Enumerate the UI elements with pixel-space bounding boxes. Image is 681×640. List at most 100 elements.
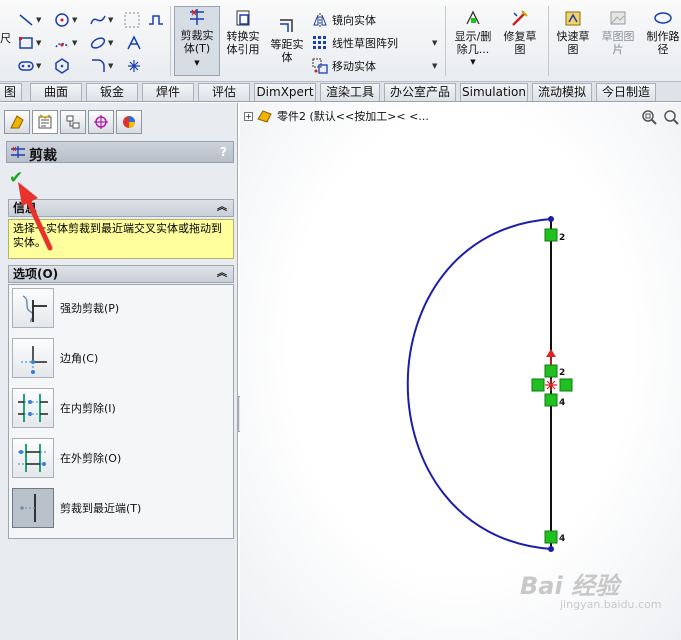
trim-entities-button[interactable]: 剪裁实 体(T) ▼ [174,6,220,76]
origin-relation-marker[interactable] [531,378,545,392]
feature-tree-icon [10,115,24,129]
corner-button[interactable] [12,338,54,378]
slot-dropdown-icon[interactable]: ▼ [36,62,41,70]
quick-snaps-button[interactable]: 快速草 图 [552,8,594,56]
slot-tool-icon[interactable] [18,58,34,74]
convert-entities-icon [236,10,250,26]
trim-inside-label: 在内剪除(I) [60,402,116,415]
tab-flow-simulation[interactable]: 流动模拟 [532,83,592,101]
collapse-caret-icon[interactable]: ︽ [217,200,227,216]
spline-dropdown-icon[interactable]: ▼ [108,16,113,24]
text-tool-icon[interactable] [126,35,142,51]
graphics-area[interactable]: + 零件2 (默认<<按加工>< <... 2 2 4 4 [240,103,681,640]
display-delete-relations-button[interactable]: 显示/删 除几... ▼ [450,8,496,69]
option-trim-outside[interactable]: 在外剪除(O) [12,438,121,478]
dimxpert-manager-tab[interactable] [88,110,114,134]
relation-marker[interactable] [544,364,558,378]
configuration-manager-tab[interactable] [60,110,86,134]
linear-sketch-pattern-button[interactable]: 线性草图阵列 [312,35,398,51]
make-path-button[interactable]: 制作路 径 [642,8,681,56]
watermark-logo: Bai 经验 [520,572,620,600]
tab-sheet-metal[interactable]: 钣金 [86,83,138,101]
property-icon [38,114,52,129]
sketch-arc[interactable] [406,218,552,550]
move-entities-button[interactable]: 移动实体 [312,58,376,74]
option-power-trim[interactable]: 强劲剪裁(P) [12,288,119,328]
arc-dropdown-icon[interactable]: ▼ [72,39,77,47]
pattern-dropdown-icon[interactable]: ▼ [432,39,437,47]
trim-inside-button[interactable] [12,388,54,428]
arc-tool-icon[interactable] [54,35,70,51]
relations-icon [466,10,480,25]
tab-surfaces[interactable]: 曲面 [30,83,82,101]
move-dropdown-icon[interactable]: ▼ [432,62,437,70]
power-trim-button[interactable] [12,288,54,328]
tab-render-tools[interactable]: 渲染工具 [320,83,380,101]
left-cut-label: 尺 [0,32,11,45]
property-manager-tab[interactable] [32,110,58,134]
convert-entities-button[interactable]: 转换实 体引用 [222,8,264,56]
circle-tool-icon[interactable] [54,12,70,28]
tab-office-products[interactable]: 办公室产品 [384,83,456,101]
relation-label: 4 [559,398,565,408]
mirror-entities-button[interactable]: 镜向实体 [312,12,376,28]
option-trim-to-closest[interactable]: 剪裁到最近端(T) [12,488,141,528]
line-dropdown-icon[interactable]: ▼ [36,16,41,24]
ellipse-dropdown-icon[interactable]: ▼ [108,39,113,47]
arc-endpoint-bottom[interactable] [548,546,554,552]
trim-outside-label: 在外剪除(O) [60,452,122,465]
sketch-picture-icon [610,11,626,25]
display-manager-tab[interactable] [116,110,142,134]
trim-dropdown-icon[interactable]: ▼ [175,57,219,70]
offset-entities-button[interactable]: 等距实 体 [266,16,308,64]
trim-inside-icon [18,394,48,422]
relation-label: 2 [559,233,565,243]
option-corner[interactable]: 边角(C) [12,338,98,378]
point-tool-icon[interactable] [126,58,142,74]
trim-to-closest-button[interactable] [12,488,54,528]
circle-dropdown-icon[interactable]: ▼ [72,16,77,24]
info-group-header[interactable]: 信息 ︽ [8,199,234,217]
move-entities-label: 移动实体 [332,60,376,73]
tab-dimxpert[interactable]: DimXpert [254,83,316,101]
fillet-tool-icon[interactable] [90,58,106,74]
ellipse-tool-icon[interactable] [90,35,106,51]
origin-relation-marker[interactable] [559,378,573,392]
trim-closest-icon [20,494,36,522]
fillet-dropdown-icon[interactable]: ▼ [108,62,113,70]
trace-tool-icon[interactable] [148,12,164,28]
repair-sketch-button[interactable]: 修复草 图 [498,8,542,56]
command-manager-toolbar: 尺 ▼ ▼ ▼ ▼ ▼ ▼ ▼ ▼ 剪裁实 体(T) ▼ 转换实 体引用 等距实… [0,0,681,82]
options-group-title: 选项(O) [13,267,59,281]
options-group-header[interactable]: 选项(O) ︽ [8,265,234,283]
trim-entities-label: 剪裁实 体(T) [180,29,214,55]
polygon-tool-icon[interactable] [54,58,70,74]
arc-endpoint-top[interactable] [548,216,554,222]
tab-manufacturing[interactable]: 今日制造 [596,83,656,101]
trim-outside-button[interactable] [12,438,54,478]
help-button[interactable]: ? [220,145,227,159]
sketch-picture-button[interactable]: 草图图 片 [596,8,640,56]
option-trim-inside[interactable]: 在内剪除(I) [12,388,116,428]
rectangle-dropdown-icon[interactable]: ▼ [36,39,41,47]
origin-arrow-icon [546,349,556,357]
relation-marker[interactable] [544,393,558,407]
rectangle-tool-icon[interactable] [18,35,34,51]
spline-tool-icon[interactable] [90,12,106,28]
collapse-caret-icon[interactable]: ︽ [217,266,227,282]
grid-tool-icon[interactable] [124,12,140,28]
line-tool-icon[interactable] [18,12,34,28]
tab-evaluate[interactable]: 评估 [198,83,250,101]
tab-weldments[interactable]: 焊件 [142,83,194,101]
tab-sketch[interactable]: 图 [0,83,22,101]
feature-manager-tab[interactable] [4,110,30,134]
relation-marker[interactable] [544,530,558,544]
ok-check-button[interactable]: ✔ [9,168,23,188]
relation-marker[interactable] [544,228,558,242]
make-path-icon [654,12,672,24]
tab-simulation[interactable]: Simulation [460,83,528,101]
relations-dropdown-icon[interactable]: ▼ [450,56,496,69]
trim-property-header: 剪裁 ? [6,141,234,164]
sketch-picture-label: 草图图 片 [601,30,635,56]
dimxpert-icon [94,115,108,129]
